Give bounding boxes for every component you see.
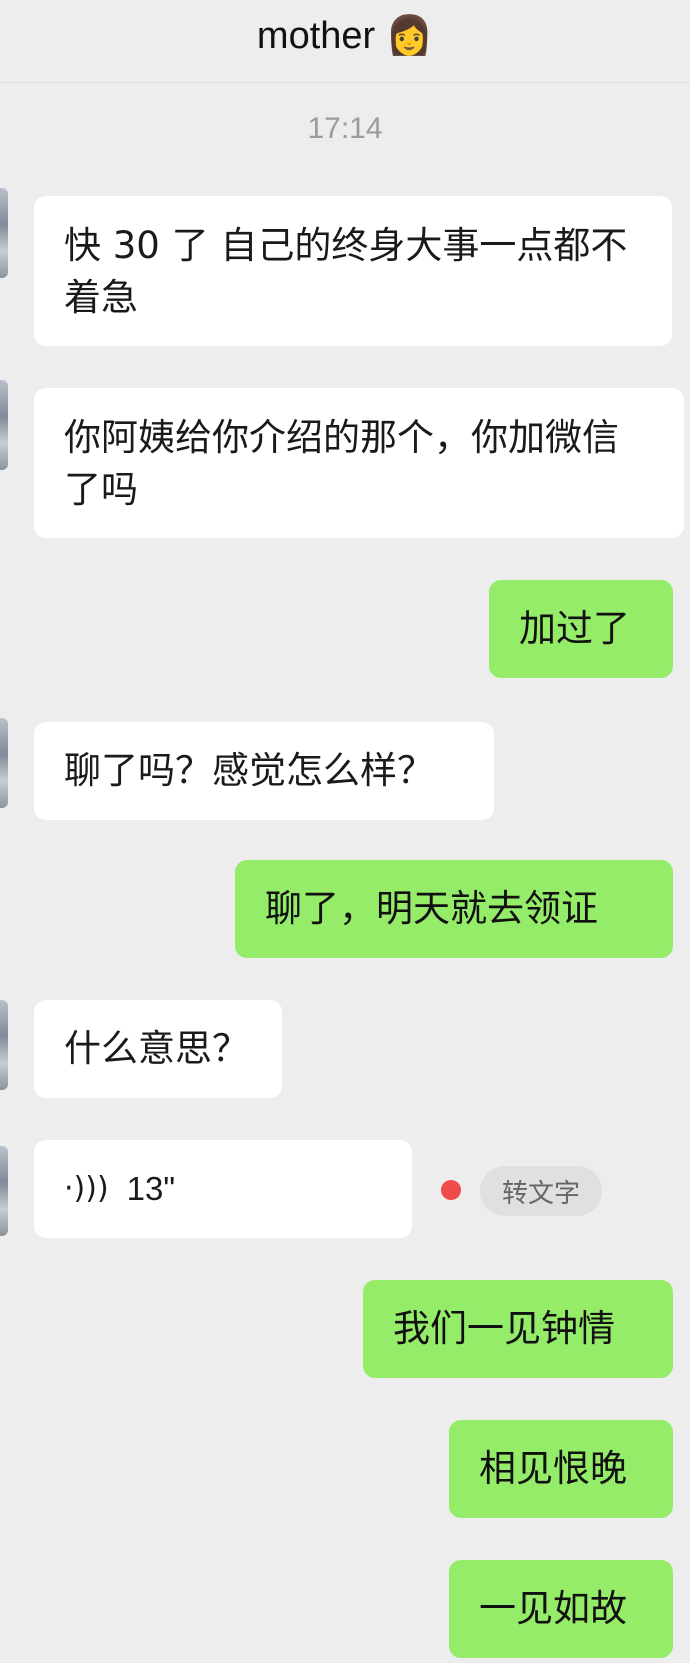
message-text: 你阿姨给你介绍的那个，你加微信了吗: [64, 416, 619, 511]
message-text: 聊了，明天就去领证: [265, 887, 598, 930]
message-bubble-incoming[interactable]: 什么意思？: [34, 1000, 282, 1098]
message-text: 聊了吗？感觉怎么样？: [64, 749, 434, 792]
message-bubble-incoming[interactable]: 聊了吗？感觉怎么样？: [34, 722, 494, 820]
message-bubble-incoming[interactable]: 你阿姨给你介绍的那个，你加微信了吗: [34, 388, 684, 538]
message-bubble-outgoing[interactable]: 加过了: [489, 580, 673, 678]
voice-wave-icon: ·))): [64, 1171, 109, 1206]
message-text: 相见恨晚: [479, 1447, 627, 1490]
voice-message-bubble[interactable]: ·))) 13": [34, 1140, 412, 1238]
contact-avatar[interactable]: [0, 1000, 8, 1090]
chat-header: mother 👩: [0, 0, 690, 83]
message-text: 快 30 了 自己的终身大事一点都不着急: [64, 224, 628, 319]
contact-avatar[interactable]: [0, 718, 8, 808]
unread-dot: [441, 1180, 461, 1200]
message-timestamp: 17:14: [307, 112, 383, 145]
contact-avatar[interactable]: [0, 1146, 8, 1236]
contact-avatar[interactable]: [0, 188, 8, 278]
convert-to-text-button[interactable]: 转文字: [480, 1166, 602, 1216]
voice-duration: 13": [126, 1170, 176, 1207]
message-text: 加过了: [519, 607, 630, 650]
message-text: 什么意思？: [64, 1027, 249, 1070]
message-bubble-incoming[interactable]: 快 30 了 自己的终身大事一点都不着急: [34, 196, 672, 346]
contact-avatar[interactable]: [0, 380, 8, 470]
message-bubble-outgoing[interactable]: 我们一见钟情: [363, 1280, 673, 1378]
message-text: 我们一见钟情: [393, 1307, 615, 1350]
chat-title[interactable]: mother 👩: [0, 10, 690, 62]
message-bubble-outgoing[interactable]: 相见恨晚: [449, 1420, 673, 1518]
header-divider: [0, 82, 690, 83]
message-text: 一见如故: [479, 1587, 627, 1630]
message-bubble-outgoing[interactable]: 一见如故: [449, 1560, 673, 1658]
message-bubble-outgoing[interactable]: 聊了，明天就去领证: [235, 860, 673, 958]
